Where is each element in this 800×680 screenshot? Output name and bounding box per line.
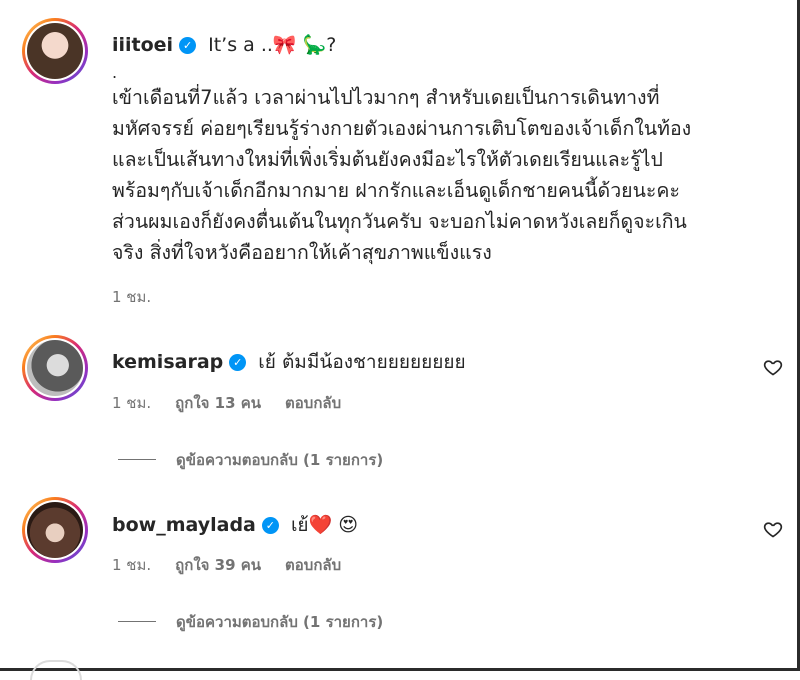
post-caption: . เข้าเดือนที่7แล้ว เวลาผ่านไปไวมากๆ สำห… (112, 64, 762, 268)
post-caption-head: It’s a ..🎀 🦕? (208, 34, 337, 56)
comment-meta: 1 ชม. ถูกใจ 13 คน ตอบกลับ (112, 391, 365, 415)
post-author-avatar[interactable] (22, 18, 88, 84)
view-replies-label: ดูข้อความตอบกลับ (1 รายการ) (176, 613, 384, 631)
comment-time[interactable]: 1 ชม. (112, 394, 151, 412)
verified-badge-icon: ✓ (179, 37, 197, 54)
reply-button[interactable]: ตอบกลับ (285, 394, 341, 412)
view-replies-label: ดูข้อความตอบกลับ (1 รายการ) (176, 451, 384, 469)
comment-header: kemisarap ✓ เย้ ต้มมีน้องชายยยยยยยย (112, 347, 466, 377)
view-replies-button[interactable]: ดูข้อความตอบกลับ (1 รายการ) (118, 448, 383, 472)
comment-avatar[interactable] (22, 497, 88, 563)
heart-outline-icon[interactable] (763, 357, 783, 377)
post-meta: 1 ชม. (112, 285, 175, 309)
replies-divider (118, 459, 156, 460)
verified-badge-icon: ✓ (229, 354, 247, 371)
verified-badge-icon: ✓ (261, 517, 279, 534)
post-time[interactable]: 1 ชม. (112, 288, 151, 306)
caption-line: ส่วนผมเองก็ยังคงตื่นเต้นในทุกวันครับ จะบ… (112, 210, 687, 233)
reply-button[interactable]: ตอบกลับ (285, 556, 341, 574)
comment-likes[interactable]: ถูกใจ 13 คน (175, 394, 261, 412)
caption-line: เข้าเดือนที่7แล้ว เวลาผ่านไปไวมากๆ สำหรั… (112, 86, 660, 109)
comment-header: bow_maylada ✓ เย้❤️ 😍 (112, 510, 358, 540)
view-replies-button[interactable]: ดูข้อความตอบกลับ (1 รายการ) (118, 610, 383, 634)
comment-text: เย้ ต้มมีน้องชายยยยยยยย (258, 351, 466, 373)
caption-line: มหัศจรรย์ ค่อยๆเรียนรู้ร่างกายตัวเองผ่าน… (112, 117, 692, 140)
caption-line: พร้อมๆกับเจ้าเด็กอีกมากมาย ฝากรักและเอ็น… (112, 179, 680, 202)
comment-avatar[interactable] (22, 335, 88, 401)
comment-username[interactable]: kemisarap (112, 351, 223, 373)
post-header: iiitoei ✓ It’s a ..🎀 🦕? (112, 33, 336, 56)
replies-divider (118, 621, 156, 622)
heart-outline-icon[interactable] (763, 519, 783, 539)
comment-text: เย้❤️ 😍 (290, 514, 359, 536)
caption-line: จริง สิ่งที่ใจหวังคืออยากให้เค้าสุขภาพแข… (112, 241, 492, 264)
comment-username[interactable]: bow_maylada (112, 514, 256, 536)
post-username[interactable]: iiitoei (112, 34, 173, 56)
comment-meta: 1 ชม. ถูกใจ 39 คน ตอบกลับ (112, 553, 365, 577)
comment-likes[interactable]: ถูกใจ 39 คน (175, 556, 261, 574)
caption-dot: . (112, 63, 118, 82)
caption-line: และเป็นเส้นทางใหม่ที่เพิ่งเริ่มต้นยังคงม… (112, 148, 663, 171)
comment-time[interactable]: 1 ชม. (112, 556, 151, 574)
